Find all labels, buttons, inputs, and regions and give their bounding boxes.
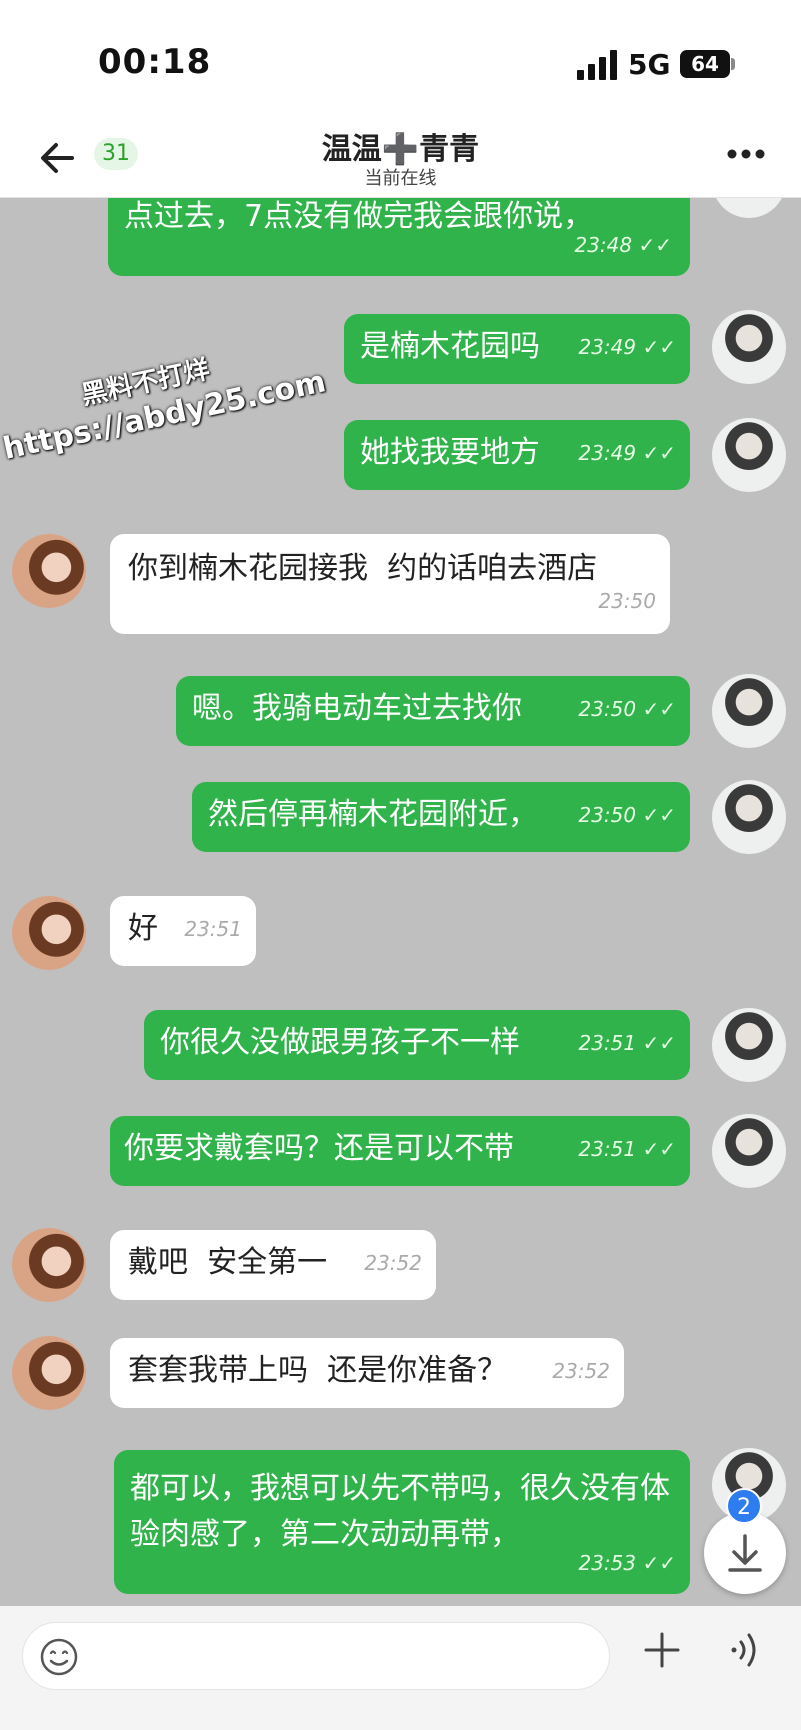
message-text: 点过去，7点没有做完我会跟你说，: [124, 199, 594, 234]
message-bubble-outgoing[interactable]: 是楠木花园吗 23:49 ✓✓: [344, 314, 690, 384]
message-time: 23:49: [578, 441, 637, 465]
message-time: 23:52: [364, 1251, 422, 1275]
online-status: 当前在线: [364, 168, 437, 189]
avatar-self[interactable]: [712, 310, 786, 384]
message-text: 你很久没做跟男孩子不一样: [160, 1025, 520, 1060]
message-bubble-incoming[interactable]: 戴吧 安全第一 23:52: [110, 1230, 436, 1300]
network-type: 5G: [628, 48, 671, 81]
avatar-contact[interactable]: [12, 534, 86, 608]
status-time: 00:18: [98, 42, 212, 82]
message-text: 你到楠木花园接我 约的话咱去酒店: [128, 551, 598, 586]
avatar-contact[interactable]: [12, 1228, 86, 1302]
message-bubble-incoming[interactable]: 套套我带上吗 还是你准备？ 23:52: [110, 1338, 624, 1408]
avatar-self[interactable]: [712, 780, 786, 854]
message-text: 你要求戴套吗？还是可以不带: [124, 1131, 514, 1166]
message-text: 是楠木花园吗: [360, 329, 540, 364]
message-time: 23:51: [184, 917, 242, 941]
avatar-contact[interactable]: [12, 896, 86, 970]
battery-tip: [731, 58, 735, 70]
message-bubble-incoming[interactable]: 好 23:51: [110, 896, 256, 966]
avatar-contact[interactable]: [12, 1336, 86, 1410]
message-time: 23:52: [552, 1359, 610, 1383]
message-time: 23:50: [578, 697, 637, 721]
message-bubble-outgoing[interactable]: 嗯。我骑电动车过去找你 23:50 ✓✓: [176, 676, 690, 746]
message-bubble-incoming[interactable]: 你到楠木花园接我 约的话咱去酒店 23:50: [110, 534, 670, 634]
message-input[interactable]: [22, 1622, 610, 1690]
battery-icon: 64: [680, 50, 730, 78]
message-text: 然后停再楠木花园附近，: [208, 797, 538, 832]
message-bubble-outgoing[interactable]: 你要求戴套吗？还是可以不带 23:51 ✓✓: [110, 1116, 690, 1186]
emoji-icon[interactable]: [39, 1637, 79, 1677]
composer-bar: [0, 1606, 801, 1730]
message-text: 戴吧 安全第一: [128, 1245, 328, 1280]
message-text: 好: [128, 911, 158, 946]
more-dots-icon[interactable]: [726, 144, 766, 164]
message-bubble-outgoing[interactable]: 然后停再楠木花园附近， 23:50 ✓✓: [192, 782, 690, 852]
plus-icon[interactable]: [642, 1630, 682, 1670]
message-bubble-outgoing[interactable]: 你很久没做跟男孩子不一样 23:51 ✓✓: [144, 1010, 690, 1080]
avatar-self[interactable]: [712, 1114, 786, 1188]
message-text: 她找我要地方: [360, 435, 540, 470]
message-text: 嗯。我骑电动车过去找你: [192, 691, 522, 726]
message-bubble-outgoing[interactable]: 点过去，7点没有做完我会跟你说， 23:48 ✓✓: [108, 198, 690, 276]
message-text: 套套我带上吗 还是你准备？: [128, 1353, 508, 1388]
avatar-self[interactable]: [712, 198, 786, 218]
message-time: 23:50: [598, 589, 656, 613]
scroll-down-icon: [728, 1534, 762, 1572]
chat-header: 31 温温➕青青 当前在线: [0, 122, 801, 198]
message-time: 23:49: [578, 335, 637, 359]
avatar-self[interactable]: [712, 674, 786, 748]
message-time: 23:53: [578, 1551, 637, 1575]
avatar-self[interactable]: [712, 418, 786, 492]
voice-icon[interactable]: [726, 1628, 766, 1672]
chat-title[interactable]: 温温➕青青: [0, 124, 801, 168]
message-bubble-outgoing[interactable]: 都可以，我想可以先不带吗，很久没有体验肉感了，第二次动动再带， 23:53 ✓✓: [114, 1450, 690, 1594]
status-bar: 00:18 5G 64: [0, 0, 801, 122]
scroll-down-button[interactable]: [704, 1512, 786, 1594]
message-bubble-outgoing[interactable]: 她找我要地方 23:49 ✓✓: [344, 420, 690, 490]
signal-icon: [577, 50, 617, 80]
message-time: 23:51: [578, 1137, 637, 1161]
avatar-self[interactable]: [712, 1008, 786, 1082]
message-time: 23:50: [578, 803, 637, 827]
new-message-count: 2: [726, 1488, 762, 1524]
message-time: 23:51: [578, 1031, 637, 1055]
message-time: 23:48: [574, 233, 633, 257]
